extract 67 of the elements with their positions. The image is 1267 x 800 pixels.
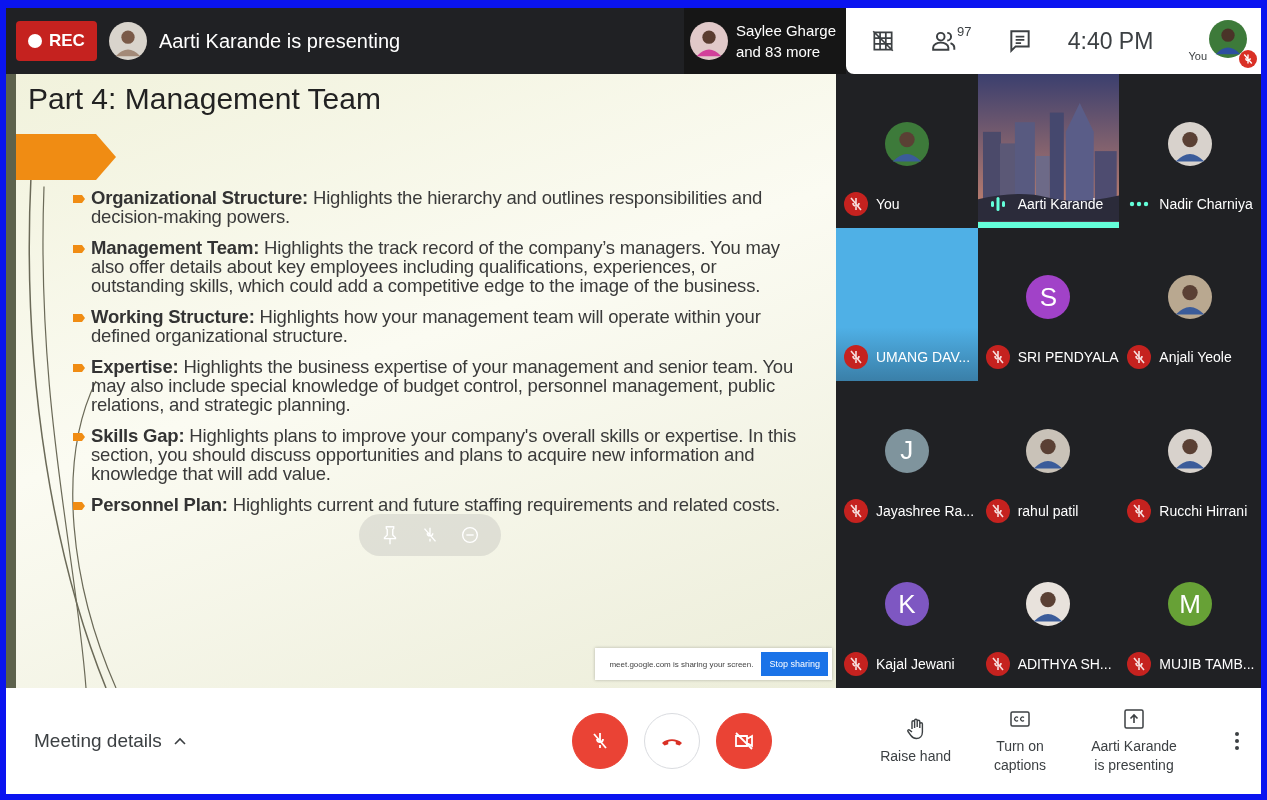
presenter-text: Aarti Karande is presenting	[158, 29, 402, 53]
participant-tile[interactable]: You	[836, 74, 978, 228]
participant-name: Aarti Karande	[1017, 195, 1104, 212]
bullet-text: Management Team: Highlights the track record of the company’s managers. You may also offer details about key employees including qualifications, experiences, or outstanding skills, which could add a competitive edge to the image of the business.	[91, 238, 781, 295]
avatar-icon	[1168, 275, 1213, 320]
participant-name: Jayashree Ra...	[876, 502, 975, 519]
participants-panel[interactable]: Saylee Gharge and 83 more	[683, 8, 846, 74]
caret-icon	[173, 737, 186, 745]
bullet-text: Personnel Plan: Highlights current and future staffing requirements and related costs.	[91, 495, 780, 514]
bullet-icon	[73, 314, 85, 322]
avatar-initial: J	[884, 428, 929, 473]
participant-name: Kajal Jewani	[876, 656, 955, 672]
participant-tile[interactable]: Rucchi Hirrani	[1119, 381, 1261, 535]
hand-button[interactable]: Raise hand	[880, 716, 951, 766]
meeting-details-button[interactable]: Meeting details	[34, 730, 573, 752]
bullet-icon	[73, 245, 85, 253]
share-notice-text: meet.google.com is sharing your screen.	[609, 659, 754, 669]
grid-off-icon[interactable]	[870, 28, 896, 54]
participant-name: Saylee Gharge	[735, 21, 836, 41]
avatar-initial: M	[1168, 582, 1213, 627]
clock-time: 4:40 PM	[1067, 27, 1154, 55]
participant-tile[interactable]: Nadir Charniya	[1119, 74, 1261, 228]
participant-tile[interactable]: K Kajal Jewani	[836, 534, 978, 688]
bullet-icon	[73, 433, 85, 441]
participant-tile[interactable]: J Jayashree Ra...	[836, 381, 978, 535]
stop-sharing-button[interactable]: Stop sharing	[761, 652, 828, 676]
bullet-icon	[73, 195, 85, 203]
bullet-icon	[73, 502, 85, 510]
avatar-initial: S	[1026, 275, 1071, 320]
participant-tile[interactable]: rahul patil	[977, 381, 1120, 535]
participant-name: Anjali Yeole	[1159, 349, 1232, 365]
avatar-icon	[1209, 20, 1247, 58]
bullet-icon	[73, 364, 85, 372]
participant-name: UMANG DAV...	[876, 349, 971, 365]
avatar-icon	[1026, 582, 1071, 627]
phone-icon	[661, 736, 684, 746]
bullet-text: Organizational Structure: Highlights the hierarchy and outlines responsibilities and decision-making powers.	[91, 188, 764, 226]
avatar-icon	[1168, 428, 1213, 473]
participant-name: SRI PENDYALA	[1017, 349, 1119, 365]
avatar-icon	[108, 22, 147, 60]
avatar-initial: K	[884, 582, 929, 627]
participant-name: rahul patil	[1017, 502, 1079, 519]
captions-button[interactable]: Turn on captions	[975, 707, 1065, 775]
participant-more: and 83 more	[735, 42, 822, 62]
participant-tile[interactable]: S SRI PENDYALA	[977, 227, 1120, 381]
present-screen-icon	[1122, 707, 1146, 731]
participant-name: MUJIB TAMB...	[1159, 656, 1255, 672]
present-button[interactable]: Aarti Karande is presenting	[1089, 707, 1179, 775]
participant-tile[interactable]: M MUJIB TAMB...	[1119, 534, 1261, 688]
avatar-icon	[884, 121, 929, 166]
participant-name: Nadir Charniya	[1159, 195, 1253, 212]
participant-name: You	[876, 195, 900, 212]
avatar-icon	[1026, 428, 1071, 473]
avatar-icon	[1168, 121, 1213, 166]
bullet-text: Skills Gap: Highlights plans to improve your company's overall skills or expertise. In this section, you should discuss opportunities and plans to acquire new information and knowledge that will add value.	[91, 426, 798, 483]
slide-title: Part 4: Management Team	[27, 81, 382, 116]
self-label: You	[1188, 50, 1207, 62]
participant-name: ADITHYA SH...	[1017, 656, 1112, 672]
participant-name: Rucchi Hirrani	[1159, 502, 1248, 519]
bullet-text: Expertise: Highlights the business expertise of your management and senior team. You may also include special knowledge of budget control, personnel management, public relations, and strategic planning.	[91, 357, 795, 414]
bullet-text: Working Structure: Highlights how your management team will operate within your defined organizational structure.	[91, 307, 762, 345]
recording-button[interactable]: REC	[16, 21, 97, 61]
more-options-icon[interactable]	[1233, 729, 1241, 753]
participant-tile[interactable]: Anjali Yeole	[1119, 227, 1261, 381]
participant-tile[interactable]: ADITHYA SH...	[977, 534, 1120, 688]
participant-tile[interactable]: Aarti Karande	[977, 74, 1120, 228]
avatar-icon	[689, 22, 728, 60]
